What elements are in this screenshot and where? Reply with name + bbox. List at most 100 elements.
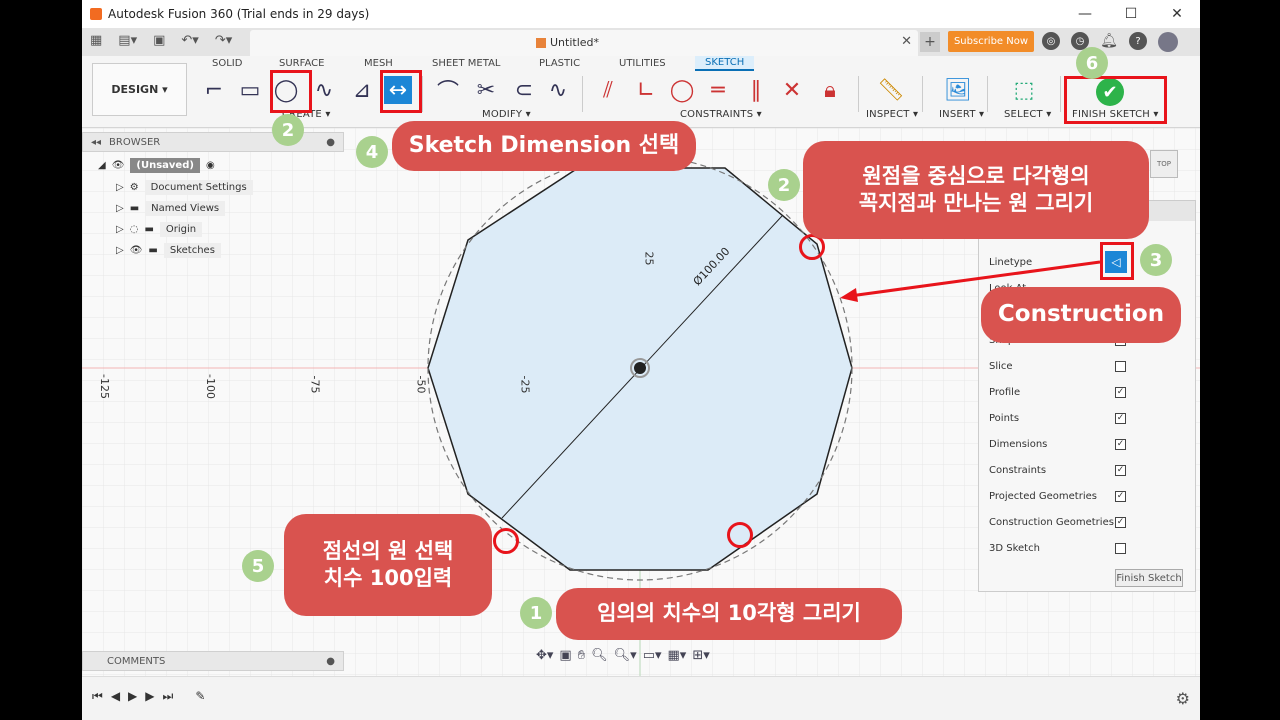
zoom-icon[interactable]: 🔍︎ xyxy=(591,648,608,663)
undo-icon[interactable]: ↶▾ xyxy=(181,33,198,48)
last-icon[interactable]: ⏭ xyxy=(163,689,174,704)
help-icon[interactable]: ? xyxy=(1129,32,1147,50)
inspect-group-label[interactable]: INSPECT ▾ xyxy=(866,109,918,120)
checkbox[interactable] xyxy=(1115,361,1126,372)
select-icon[interactable]: ⬚ xyxy=(1010,76,1038,104)
tangent-icon[interactable]: ◯ xyxy=(668,76,696,104)
tab-sheet-metal[interactable]: SHEET METAL xyxy=(432,58,500,69)
sketch-dimension-tool-icon[interactable]: ↔ xyxy=(384,76,412,104)
constraints-group-label[interactable]: CONSTRAINTS ▾ xyxy=(680,109,762,120)
extensions-icon[interactable]: ◎ xyxy=(1042,32,1060,50)
tree-item-named-views[interactable]: ▷ ▬ Named Views xyxy=(116,201,226,216)
create-group-label[interactable]: CREATE ▾ xyxy=(282,109,331,120)
checkbox[interactable]: ✓ xyxy=(1115,465,1126,476)
save-icon[interactable]: ▣ xyxy=(153,33,165,48)
tree-root[interactable]: ◢ 👁︎ (Unsaved) ◉ xyxy=(98,158,215,173)
close-tab-icon[interactable]: ✕ xyxy=(901,34,912,49)
gear-icon[interactable]: ⚙ xyxy=(1176,689,1190,708)
design-workspace-button[interactable]: DESIGN ▾ xyxy=(92,63,187,116)
viewports-icon[interactable]: ⊞▾ xyxy=(692,648,709,663)
file-icon[interactable]: ▤▾ xyxy=(118,33,137,48)
first-icon[interactable]: ⏮ xyxy=(92,689,103,704)
tree-item-sketches[interactable]: ▷ 👁︎ ▬ Sketches xyxy=(116,243,221,258)
palette-row-label: Linetype xyxy=(989,257,1033,268)
browser-title: BROWSER xyxy=(109,136,161,148)
tab-utilities[interactable]: UTILITIES xyxy=(619,58,666,69)
tree-item-origin[interactable]: ▷ ◌ ▬ Origin xyxy=(116,222,203,237)
notifications-icon[interactable]: 🔔︎ xyxy=(1100,32,1118,50)
equal-icon[interactable]: ═ xyxy=(704,76,732,104)
measure-icon[interactable]: 📏︎ xyxy=(877,76,905,104)
checkbox[interactable]: ✓ xyxy=(1115,517,1126,528)
look-at-icon[interactable]: ▣ xyxy=(559,648,571,663)
pan-icon[interactable]: ✋︎ xyxy=(578,648,585,663)
tree-item-document-settings[interactable]: ▷ ⚙ Document Settings xyxy=(116,180,253,195)
fillet-tool-icon[interactable]: ⌒ xyxy=(434,76,462,105)
job-status-icon[interactable]: ◷ xyxy=(1071,32,1089,50)
checkbox[interactable]: ✓ xyxy=(1115,387,1126,398)
insert-image-icon[interactable]: 🖼︎ xyxy=(944,76,972,104)
checkbox[interactable]: ✓ xyxy=(1115,413,1126,424)
close-button[interactable]: ✕ xyxy=(1154,0,1200,28)
fit-icon[interactable]: 🔍︎▾ xyxy=(614,648,637,663)
line-tool-icon[interactable]: ⌐ xyxy=(200,76,228,104)
spline-tool-icon[interactable]: ∿ xyxy=(310,76,338,104)
coincident-icon[interactable]: ⫽ xyxy=(594,76,622,104)
prev-icon[interactable]: ◀ xyxy=(111,689,120,704)
tab-solid[interactable]: SOLID xyxy=(212,58,242,69)
document-tab[interactable]: Untitled* ✕ xyxy=(250,30,918,56)
perpendicular-icon[interactable]: ∟ xyxy=(632,76,660,104)
avatar[interactable] xyxy=(1158,32,1178,52)
rectangle-tool-icon[interactable]: ▭ xyxy=(236,76,264,104)
construction-linetype-button[interactable]: ◁ xyxy=(1105,251,1127,273)
circle-tool-icon[interactable]: ◯ xyxy=(272,76,300,104)
tab-plastic[interactable]: PLASTIC xyxy=(539,58,580,69)
offset-tool-icon[interactable]: ⊂ xyxy=(510,76,538,104)
maximize-button[interactable]: ☐ xyxy=(1108,0,1154,28)
trim-tool-icon[interactable]: ✂ xyxy=(472,76,500,104)
axis-label: -100 xyxy=(203,374,217,399)
tab-surface[interactable]: SURFACE xyxy=(279,58,324,69)
insert-group-label[interactable]: INSERT ▾ xyxy=(939,109,984,120)
next-icon[interactable]: ▶ xyxy=(145,689,154,704)
collapse-icon[interactable]: ◂◂ xyxy=(91,137,101,148)
grid-icon[interactable]: ▦▾ xyxy=(668,648,687,663)
sketch-canvas[interactable]: Ø100.00 25 -125 -100 -75 -50 -25 ◂◂ BROW… xyxy=(82,128,1200,676)
grid-menu-icon[interactable]: ▦ xyxy=(90,33,102,48)
mirror-tool-icon[interactable]: ⊿ xyxy=(348,76,376,104)
checkbox[interactable]: ✓ xyxy=(1115,309,1126,320)
sketch-curve-tool-icon[interactable]: ∿ xyxy=(544,76,572,104)
checkbox[interactable]: ✓ xyxy=(1115,491,1126,502)
modify-group-label[interactable]: MODIFY ▾ xyxy=(482,109,531,120)
fusion-window: Autodesk Fusion 360 (Trial ends in 29 da… xyxy=(82,0,1200,720)
redo-icon[interactable]: ↷▾ xyxy=(215,33,232,48)
timeline-sketch-icon[interactable]: ✎ xyxy=(195,689,205,704)
view-cube[interactable]: TOP xyxy=(1150,150,1178,178)
comments-panel[interactable]: COMMENTS ● xyxy=(82,651,344,671)
browser-panel-header[interactable]: ◂◂ BROWSER ● xyxy=(82,132,344,152)
tab-sketch[interactable]: SKETCH xyxy=(695,56,755,71)
browser-menu-icon[interactable]: ● xyxy=(326,137,335,148)
checkbox[interactable]: ✓ xyxy=(1115,335,1126,346)
tab-mesh[interactable]: MESH xyxy=(364,58,393,69)
eye-icon: 👁︎ xyxy=(129,245,143,256)
midpoint-icon[interactable]: ✕ xyxy=(778,76,806,104)
palette-finish-sketch-button[interactable]: Finish Sketch xyxy=(1115,569,1183,587)
tab-bar: ▦ ▤▾ ▣ ↶▾ ↷▾ Untitled* ✕ + Subscribe Now… xyxy=(82,28,1200,56)
options-section[interactable]: ▾ Options xyxy=(987,229,1039,240)
sketch-palette: Sketch Palette ▾ Options Linetype Look A… xyxy=(978,200,1196,592)
checkbox[interactable] xyxy=(1115,543,1126,554)
new-tab-button[interactable]: + xyxy=(920,32,940,52)
minimize-button[interactable]: — xyxy=(1062,0,1108,28)
select-group-label[interactable]: SELECT ▾ xyxy=(1004,109,1051,120)
fix-lock-icon[interactable]: 🔒︎ xyxy=(816,76,844,104)
play-icon[interactable]: ▶ xyxy=(128,689,137,704)
add-comment-icon[interactable]: ● xyxy=(326,656,335,667)
checkbox[interactable]: ✓ xyxy=(1115,439,1126,450)
orbit-icon[interactable]: ✥▾ xyxy=(536,648,553,663)
subscribe-button[interactable]: Subscribe Now xyxy=(948,31,1034,52)
parallel-icon[interactable]: ∥ xyxy=(742,76,770,104)
display-icon[interactable]: ▭▾ xyxy=(643,648,662,663)
finish-sketch-label[interactable]: FINISH SKETCH ▾ xyxy=(1072,109,1159,120)
finish-sketch-check-icon[interactable]: ✔ xyxy=(1096,78,1124,106)
